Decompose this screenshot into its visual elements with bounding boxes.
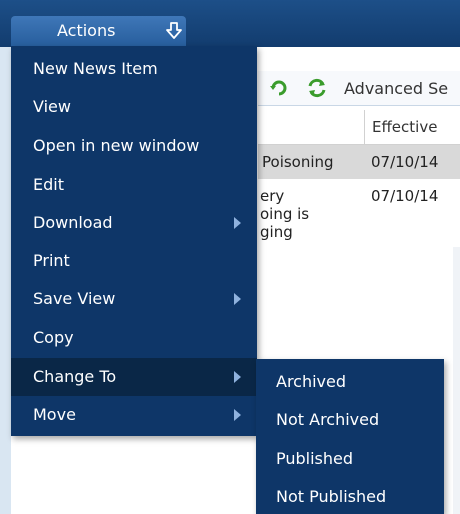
menu-item-print[interactable]: Print bbox=[11, 242, 257, 280]
column-header-effective[interactable]: Effective bbox=[372, 118, 437, 136]
row-title-line: ging bbox=[260, 223, 293, 241]
menu-item-open-in-new-window[interactable]: Open in new window bbox=[11, 127, 257, 165]
row-title-line: oing is bbox=[260, 205, 310, 223]
sync-icon[interactable] bbox=[306, 77, 328, 99]
actions-button-label: Actions bbox=[57, 21, 116, 40]
menu-item-copy[interactable]: Copy bbox=[11, 319, 257, 357]
submenu-item-not-published[interactable]: Not Published bbox=[256, 476, 444, 514]
row-title: Poisoning bbox=[262, 153, 334, 171]
submenu-arrow-icon bbox=[234, 217, 241, 229]
left-panel-edge bbox=[0, 47, 11, 514]
submenu-arrow-icon bbox=[234, 409, 241, 421]
menu-item-label: Download bbox=[33, 213, 113, 232]
menu-item-view[interactable]: View bbox=[11, 88, 257, 126]
submenu-item-archived[interactable]: Archived bbox=[256, 361, 444, 399]
arrow-down-icon bbox=[165, 21, 183, 41]
menu-item-change-to[interactable]: Change To bbox=[11, 358, 257, 396]
submenu-item-not-archived[interactable]: Not Archived bbox=[256, 399, 444, 437]
menu-item-label: Save View bbox=[33, 289, 116, 308]
menu-item-label: Move bbox=[33, 405, 76, 424]
table-row[interactable]: Poisoning 07/10/14 bbox=[258, 145, 460, 179]
table-row[interactable]: ery oing is ging 07/10/14 bbox=[258, 181, 460, 261]
row-title: ery oing is ging bbox=[260, 187, 309, 241]
actions-menu: New News Item View Open in new window Ed… bbox=[11, 46, 257, 436]
submenu-arrow-icon bbox=[234, 293, 241, 305]
advanced-search-link[interactable]: Advanced Se bbox=[344, 79, 448, 98]
menu-item-label: View bbox=[33, 97, 71, 116]
scroll-area bbox=[453, 247, 460, 514]
row-title-line: ery bbox=[260, 187, 285, 205]
row-effective-date: 07/10/14 bbox=[371, 187, 439, 205]
menu-item-edit[interactable]: Edit bbox=[11, 166, 257, 204]
menu-item-label: Copy bbox=[33, 328, 74, 347]
submenu-item-label: Published bbox=[276, 449, 354, 468]
column-separator bbox=[364, 110, 365, 144]
row-effective-date: 07/10/14 bbox=[371, 153, 439, 171]
menu-item-move[interactable]: Move bbox=[11, 396, 257, 434]
actions-button[interactable]: Actions bbox=[11, 16, 186, 46]
menu-item-save-view[interactable]: Save View bbox=[11, 280, 257, 318]
submenu-item-label: Not Archived bbox=[276, 410, 380, 429]
menu-item-download[interactable]: Download bbox=[11, 204, 257, 242]
grid-header: Effective bbox=[258, 110, 460, 145]
menu-item-label: Print bbox=[33, 251, 70, 270]
submenu-arrow-icon bbox=[234, 371, 241, 383]
menu-item-new-news-item[interactable]: New News Item bbox=[11, 50, 257, 88]
menu-item-label: Open in new window bbox=[33, 136, 200, 155]
refresh-icon[interactable] bbox=[268, 77, 290, 99]
menu-item-label: New News Item bbox=[33, 59, 158, 78]
submenu-item-label: Archived bbox=[276, 372, 347, 391]
menu-item-label: Edit bbox=[33, 175, 64, 194]
submenu-item-label: Not Published bbox=[276, 487, 387, 506]
grid-toolbar: Advanced Se bbox=[258, 71, 460, 106]
change-to-submenu: Archived Not Archived Published Not Publ… bbox=[256, 359, 444, 514]
menu-item-label: Change To bbox=[33, 367, 117, 386]
submenu-item-published[interactable]: Published bbox=[256, 438, 444, 476]
